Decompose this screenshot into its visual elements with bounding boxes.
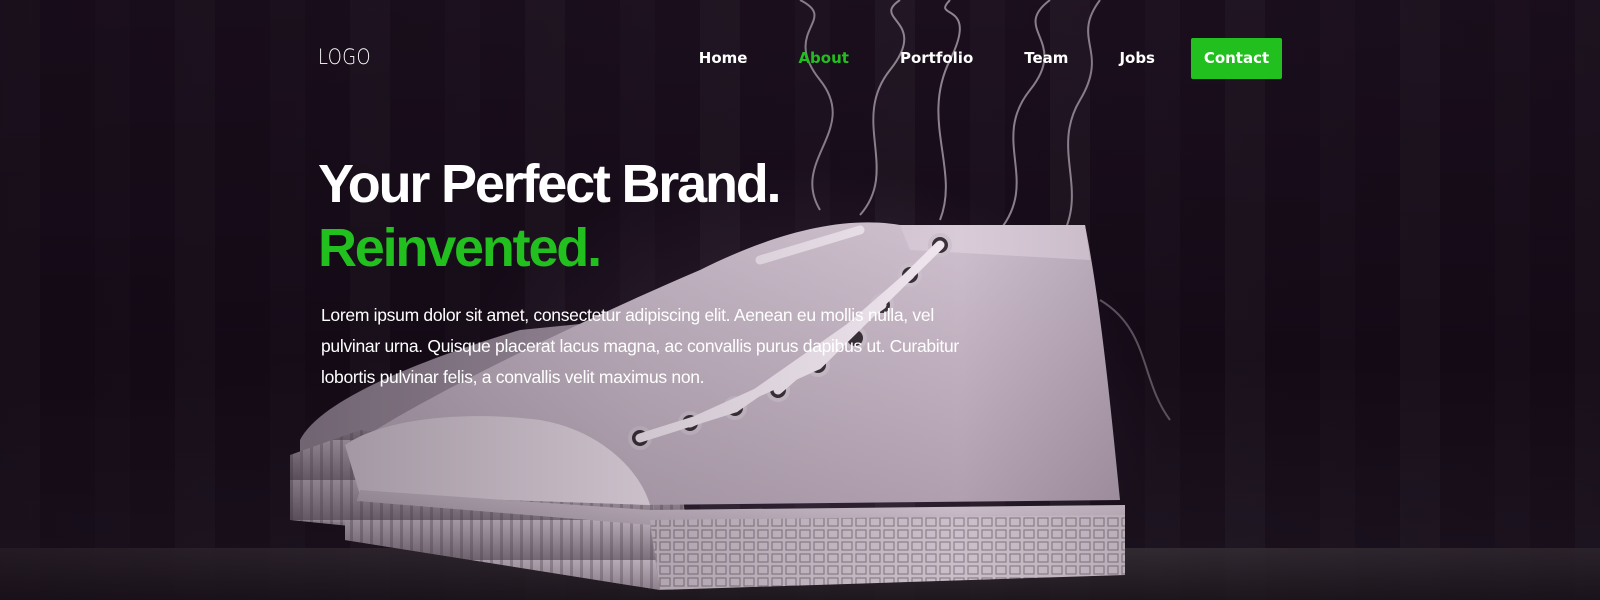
hero-title-line1: Your Perfect Brand. [318, 154, 782, 214]
nav-link-home[interactable]: Home [699, 49, 748, 67]
nav-link-team[interactable]: Team [1024, 49, 1068, 67]
nav-link-jobs[interactable]: Jobs [1119, 49, 1155, 67]
hero-title-line2: Reinvented. [318, 218, 602, 278]
logo[interactable]: LOGO [318, 45, 371, 69]
site-header: LOGO Home About Portfolio Team Jobs Cont… [318, 37, 1282, 79]
nav-link-portfolio[interactable]: Portfolio [900, 49, 973, 67]
contact-button[interactable]: Contact [1191, 37, 1282, 79]
main-nav: Home About Portfolio Team Jobs Contact [699, 37, 1282, 79]
hero-body-text: Lorem ipsum dolor sit amet, consectetur … [321, 305, 959, 387]
hero-headline: Your Perfect Brand. Reinvented. [318, 152, 782, 280]
nav-link-about[interactable]: About [798, 49, 849, 67]
